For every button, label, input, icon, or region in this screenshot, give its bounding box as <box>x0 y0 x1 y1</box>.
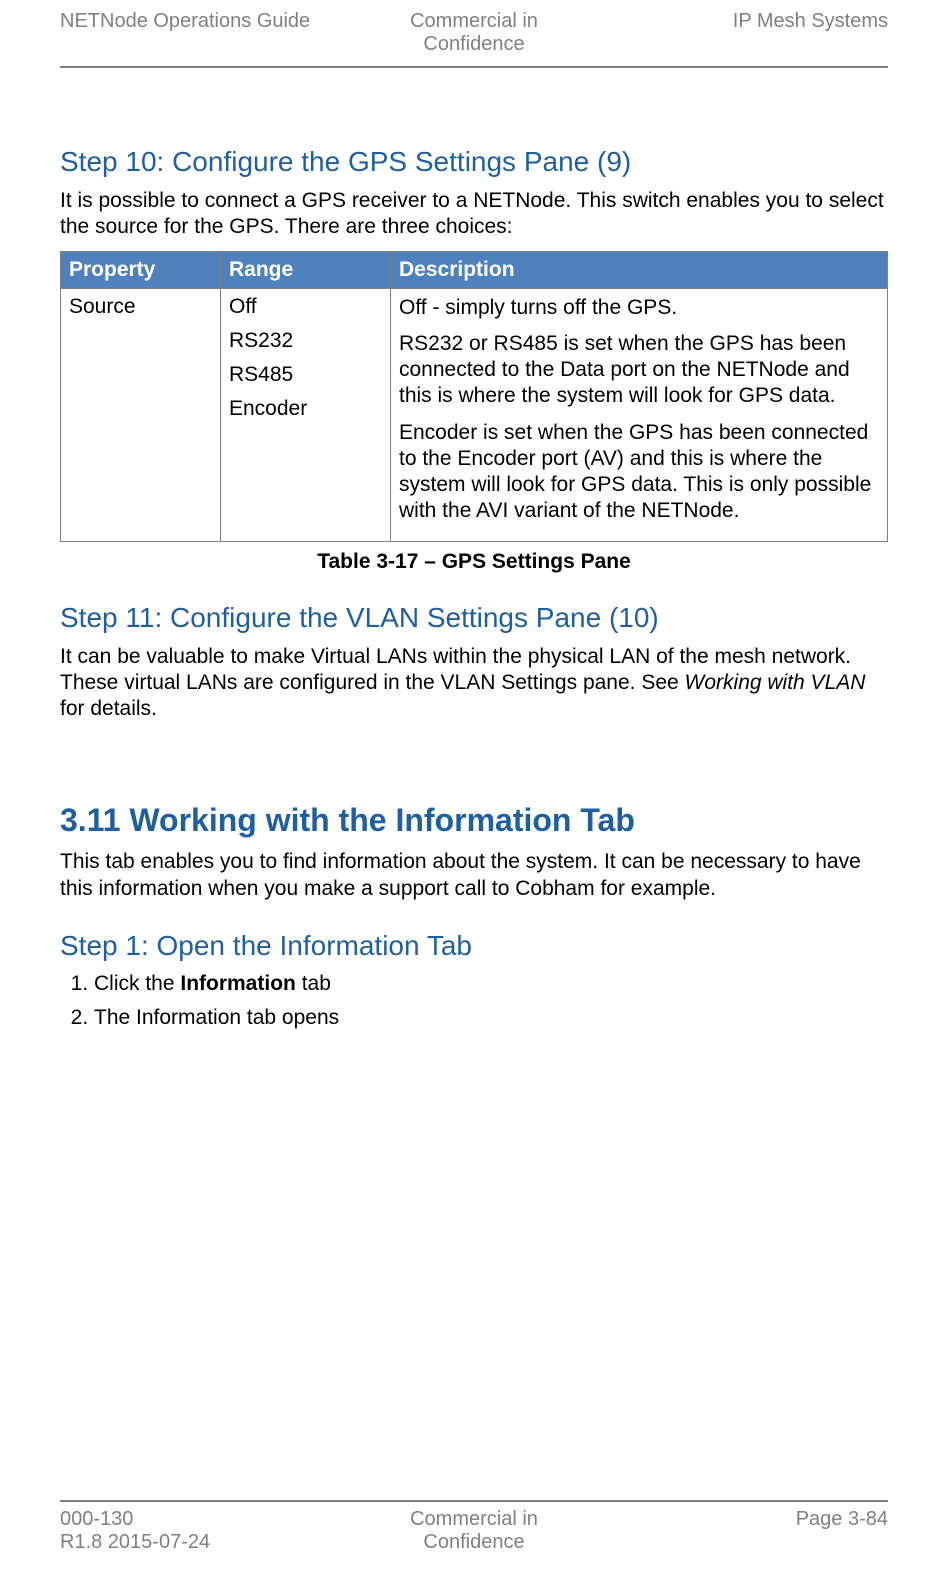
li1-bold: Information <box>180 972 296 995</box>
step1-list: Click the Information tab The Informatio… <box>60 972 888 1030</box>
li1-post: tab <box>296 972 331 995</box>
list-item: Click the Information tab <box>94 972 888 996</box>
desc-para: Off - simply turns off the GPS. <box>399 295 879 321</box>
step11-intro-post: for details. <box>60 697 157 720</box>
footer-right: Page 3-84 <box>612 1508 888 1554</box>
th-property: Property <box>61 251 221 288</box>
header-center-line2: Confidence <box>423 33 524 55</box>
step10-intro: It is possible to connect a GPS receiver… <box>60 188 888 241</box>
table-caption: Table 3-17 – GPS Settings Pane <box>60 550 888 574</box>
cell-description: Off - simply turns off the GPS. RS232 or… <box>391 288 888 541</box>
li1-pre: Click the <box>94 972 180 995</box>
th-description: Description <box>391 251 888 288</box>
page-content: Step 10: Configure the GPS Settings Pane… <box>60 68 888 1030</box>
table-header-row: Property Range Description <box>61 251 888 288</box>
th-range: Range <box>221 251 391 288</box>
step11-heading: Step 11: Configure the VLAN Settings Pan… <box>60 602 888 634</box>
desc-para: Encoder is set when the GPS has been con… <box>399 420 879 525</box>
footer-left-line1: 000-130 <box>60 1508 133 1530</box>
footer-left: 000-130 R1.8 2015-07-24 <box>60 1508 336 1554</box>
desc-para: RS232 or RS485 is set when the GPS has b… <box>399 331 879 410</box>
step11-intro: It can be valuable to make Virtual LANs … <box>60 644 888 723</box>
header-center: Commercial in Confidence <box>336 10 612 56</box>
gps-settings-table: Property Range Description Source Off RS… <box>60 251 888 542</box>
header-center-line1: Commercial in <box>410 10 538 32</box>
cell-property: Source <box>61 288 221 541</box>
step10-heading: Step 10: Configure the GPS Settings Pane… <box>60 146 888 178</box>
step1-heading: Step 1: Open the Information Tab <box>60 930 888 962</box>
section-311-heading: 3.11 Working with the Information Tab <box>60 802 888 839</box>
section-311-intro: This tab enables you to find information… <box>60 849 888 902</box>
range-value: Off <box>229 295 382 319</box>
cell-range: Off RS232 RS485 Encoder <box>221 288 391 541</box>
range-value: Encoder <box>229 397 382 421</box>
footer-center-line1: Commercial in <box>410 1508 538 1530</box>
header-left: NETNode Operations Guide <box>60 10 336 33</box>
footer-left-line2: R1.8 2015-07-24 <box>60 1531 210 1553</box>
range-value: RS232 <box>229 329 382 353</box>
step11-intro-em: Working with VLAN <box>685 671 866 694</box>
list-item: The Information tab opens <box>94 1006 888 1030</box>
page-footer: 000-130 R1.8 2015-07-24 Commercial in Co… <box>60 1500 888 1554</box>
range-value: RS485 <box>229 363 382 387</box>
header-right: IP Mesh Systems <box>612 10 888 33</box>
page-header: NETNode Operations Guide Commercial in C… <box>60 0 888 68</box>
footer-center-line2: Confidence <box>423 1531 524 1553</box>
footer-center: Commercial in Confidence <box>336 1508 612 1554</box>
table-row: Source Off RS232 RS485 Encoder Off - sim… <box>61 288 888 541</box>
